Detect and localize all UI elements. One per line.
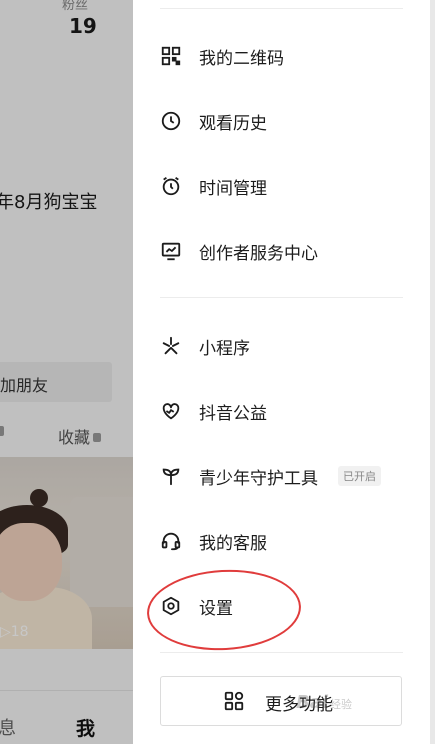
hexagon-gear-icon xyxy=(159,594,183,618)
menu-item-time-management[interactable]: 时间管理 xyxy=(133,164,403,208)
menu-item-watch-history[interactable]: 观看历史 xyxy=(133,99,403,143)
menu-item-label: 我的客服 xyxy=(199,534,267,554)
menu-item-settings[interactable]: 设置 xyxy=(133,584,403,628)
menu-item-creator-center[interactable]: 创作者服务中心 xyxy=(133,229,403,273)
menu-item-qr-code[interactable]: 我的二维码 xyxy=(133,34,403,78)
menu-item-label: 时间管理 xyxy=(199,179,267,199)
headset-icon xyxy=(159,529,183,553)
charity-heart-icon xyxy=(159,399,183,423)
more-features-button[interactable]: 更多功能 xyxy=(160,676,402,726)
screen: 粉丝 19 年8月狗宝宝 加朋友 收藏 ▷18 息 我 我的二维码 观看历史 时… xyxy=(0,0,435,744)
dim-overlay[interactable] xyxy=(0,0,133,744)
divider xyxy=(160,652,403,653)
menu-item-label: 青少年守护工具 xyxy=(199,469,318,489)
menu-item-customer-service[interactable]: 我的客服 xyxy=(133,519,403,563)
watermark: Bai 经验 xyxy=(296,692,352,713)
chart-monitor-icon xyxy=(159,239,183,263)
menu-item-label: 设置 xyxy=(199,599,233,619)
alarm-clock-icon xyxy=(159,174,183,198)
menu-item-label: 我的二维码 xyxy=(199,49,284,69)
clock-icon xyxy=(159,109,183,133)
profile-page-background: 粉丝 19 年8月狗宝宝 加朋友 收藏 ▷18 息 我 xyxy=(0,0,133,744)
status-badge: 已开启 xyxy=(338,466,381,486)
watermark-brand: Bai xyxy=(296,692,329,713)
menu-item-mini-programs[interactable]: 小程序 xyxy=(133,324,403,368)
sprout-icon xyxy=(159,464,183,488)
watermark-suffix: 经验 xyxy=(330,698,353,711)
qr-code-icon xyxy=(159,44,183,68)
side-drawer: 我的二维码 观看历史 时间管理 创作者服务中心 小程序 抖音公益 青少年守护工具… xyxy=(133,0,435,744)
divider xyxy=(160,8,403,9)
menu-item-label: 小程序 xyxy=(199,339,250,359)
asterisk-icon xyxy=(159,334,183,358)
menu-item-label: 创作者服务中心 xyxy=(199,244,318,264)
menu-item-label: 抖音公益 xyxy=(199,404,267,424)
divider xyxy=(160,297,403,298)
menu-item-charity[interactable]: 抖音公益 xyxy=(133,389,403,433)
drawer-edge xyxy=(430,0,435,744)
menu-item-label: 观看历史 xyxy=(199,114,267,134)
grid-apps-icon xyxy=(223,690,245,712)
